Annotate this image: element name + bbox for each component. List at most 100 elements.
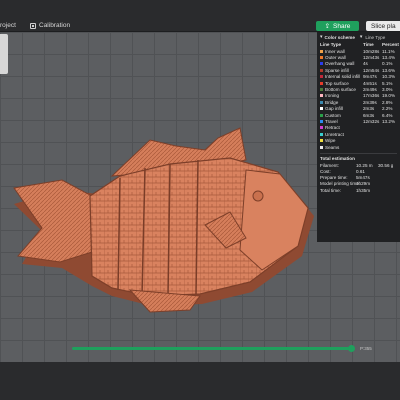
top-toolbar: roject Calibration ⇪ Share Slice pla <box>0 0 400 32</box>
line-type-name: Outer wall <box>325 55 346 61</box>
color-swatch <box>320 81 323 85</box>
column-header: Line Type <box>320 42 342 47</box>
side-panel-handle[interactable] <box>0 34 8 74</box>
estimation-value-secondary: 30.56 g <box>378 162 394 168</box>
layer-slider-track[interactable] <box>72 347 354 350</box>
legend-row-label: Bottom surface <box>320 87 363 92</box>
line-type-name: Top surface <box>325 80 349 86</box>
legend-row-label: Bridge <box>320 100 363 105</box>
slice-plate-button[interactable]: Slice pla <box>366 21 400 31</box>
color-scheme-legend: ▾ Color scheme ▾ Line Type Line Type Tim… <box>317 32 400 242</box>
layer-slider-label: P:355 <box>360 346 372 351</box>
estimation-value: 1h29m <box>356 181 371 187</box>
line-type-time: 2m39s <box>363 99 377 105</box>
line-type-name: Gap infill <box>325 106 343 112</box>
estimation-title: Total estimation <box>320 156 355 162</box>
line-type-time: 2m3s <box>363 106 375 112</box>
line-type-percent: 0.1% <box>382 61 393 67</box>
estimation-row: Filament: 10.25 m 30.56 g <box>320 162 397 168</box>
divider <box>320 153 397 155</box>
line-type-time: 17m36s <box>363 93 380 99</box>
line-type-time: 9m47s <box>363 74 377 80</box>
legend-row[interactable]: Inner wall 10m28s 11.1% <box>320 48 397 54</box>
estimation-label: Total time: <box>320 187 341 193</box>
line-type-name: Wipe <box>325 138 336 144</box>
line-type-time: 2m49s <box>363 87 377 93</box>
color-swatch <box>320 68 323 72</box>
estimation-value: 0.61 <box>356 169 365 175</box>
legend-row[interactable]: Gap infill 2m3s 2.2% <box>320 106 397 112</box>
fish-eye <box>252 190 264 202</box>
line-type-time: 6m3s <box>363 112 375 118</box>
line-type-name: Ironing <box>325 93 340 99</box>
line-type-percent: 13.6% <box>382 67 396 73</box>
tab-calibration-label: Calibration <box>39 22 71 29</box>
legend-row[interactable]: Internal solid infill 9m47s 10.3% <box>320 74 397 80</box>
line-type-time: 12m54s <box>363 67 380 73</box>
share-button[interactable]: ⇪ Share <box>316 21 359 31</box>
line-type-percent: 19.0% <box>382 93 396 99</box>
line-type-time: 10m28s <box>363 48 380 54</box>
legend-row[interactable]: Outer wall 12m43s 13.4% <box>320 54 397 60</box>
legend-row-label: Custom <box>320 113 363 118</box>
line-type-name: Internal solid infill <box>325 74 361 80</box>
legend-row-label: Overhang wall <box>320 61 363 66</box>
line-type-percent: 3.0% <box>382 87 393 93</box>
line-type-name: Travel <box>325 118 338 124</box>
line-type-name: Unretract <box>325 131 344 137</box>
color-swatch <box>320 62 323 66</box>
tab-calibration[interactable]: Calibration <box>30 22 70 29</box>
line-type-time: 12m43s <box>363 55 380 61</box>
legend-row[interactable]: Travel 12m32s 13.2% <box>320 118 397 124</box>
legend-header[interactable]: ▾ Color scheme ▾ Line Type <box>320 34 397 40</box>
legend-row-label: Seams <box>320 145 363 150</box>
legend-row[interactable]: Bridge 2m39s 2.8% <box>320 99 397 105</box>
share-button-label: Share <box>333 22 351 30</box>
column-header: Time <box>363 42 374 47</box>
color-swatch <box>320 88 323 92</box>
color-swatch <box>320 126 323 130</box>
estimation-value: 5m47s <box>356 175 370 181</box>
legend-columns: Line Type Time Percent <box>320 42 399 47</box>
line-type-percent: 2.8% <box>382 99 393 105</box>
line-type-name: Bridge <box>325 99 339 105</box>
legend-row[interactable]: Sparse infill 12m54s 13.6% <box>320 67 397 73</box>
line-type-percent: 13.2% <box>382 118 396 124</box>
legend-row-label: Inner wall <box>320 49 363 54</box>
dropdown-arrow-icon: ▾ <box>359 34 363 40</box>
legend-row-label: Travel <box>320 119 363 124</box>
fish-tail <box>13 179 93 263</box>
line-type-name: Retract <box>325 125 340 131</box>
estimation-label: Filament: <box>320 162 339 168</box>
column-header: Percent <box>382 42 399 47</box>
color-swatch <box>320 49 323 53</box>
color-swatch <box>320 75 323 79</box>
line-type-percent: 2.2% <box>382 106 393 112</box>
line-type-time: 12m32s <box>363 118 380 124</box>
estimation-label: Prepare time: <box>320 175 348 181</box>
line-type-percent: 13.4% <box>382 55 396 61</box>
tab-project[interactable]: roject <box>0 22 16 29</box>
legend-row[interactable]: Bottom surface 2m49s 3.0% <box>320 86 397 92</box>
layer-slider-handle[interactable] <box>348 345 355 352</box>
fish-model[interactable] <box>0 100 320 330</box>
legend-row[interactable]: Overhang wall 4s 0.1% <box>320 61 397 67</box>
estimation-row: Total time: 1h35m <box>320 187 397 193</box>
legend-row[interactable]: Ironing 17m36s 19.0% <box>320 93 397 99</box>
color-swatch <box>320 139 323 143</box>
legend-row-label: Ironing <box>320 93 363 98</box>
line-type-name: Sparse infill <box>325 67 349 73</box>
line-type-select[interactable]: Line Type <box>365 35 385 40</box>
line-type-percent: 10.3% <box>382 74 396 80</box>
legend-row[interactable]: Seams <box>320 144 397 150</box>
line-type-name: Inner wall <box>325 48 345 54</box>
legend-row-label: Internal solid infill <box>320 74 363 79</box>
estimation-value: 1h35m <box>356 187 371 193</box>
legend-row-label: Wipe <box>320 138 363 143</box>
legend-row[interactable]: Top surface 4m51s 5.1% <box>320 80 397 86</box>
color-swatch <box>320 107 323 111</box>
color-swatch <box>320 132 323 136</box>
legend-row[interactable]: Custom 6m3s 6.4% <box>320 112 397 118</box>
legend-row-label: Sparse infill <box>320 68 363 73</box>
line-type-percent: 5.1% <box>382 80 393 86</box>
